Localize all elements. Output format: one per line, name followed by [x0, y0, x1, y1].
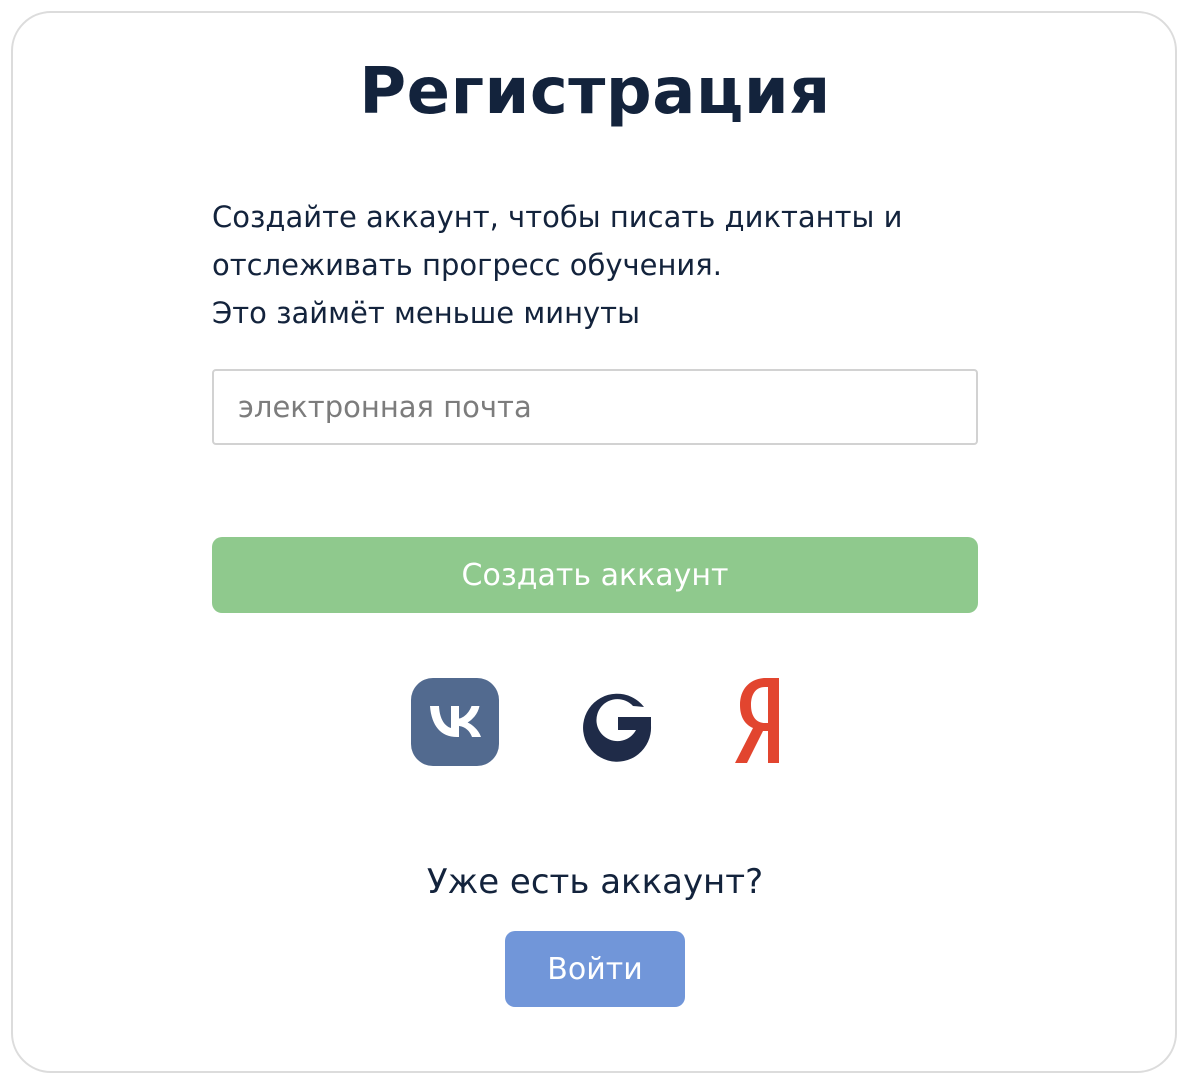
yandex-icon [735, 678, 779, 763]
login-button[interactable]: Войти [505, 931, 685, 1007]
page-title: Регистрация [359, 55, 831, 129]
description-line: Создайте аккаунт, чтобы писать диктанты … [212, 200, 903, 234]
have-account-prompt: Уже есть аккаунт? [426, 862, 764, 902]
yandex-login-button[interactable] [730, 676, 786, 768]
email-input[interactable] [212, 369, 978, 445]
description-line: Это займёт меньше минуты [212, 296, 640, 330]
create-account-button[interactable]: Создать аккаунт [212, 537, 978, 613]
description-line: отслеживать прогресс обучения. [212, 248, 722, 282]
vk-login-button[interactable] [410, 676, 500, 768]
vk-icon [411, 678, 499, 766]
registration-description: Создайте аккаунт, чтобы писать диктанты … [212, 193, 992, 337]
google-login-button[interactable] [572, 676, 662, 768]
google-icon [583, 693, 652, 762]
